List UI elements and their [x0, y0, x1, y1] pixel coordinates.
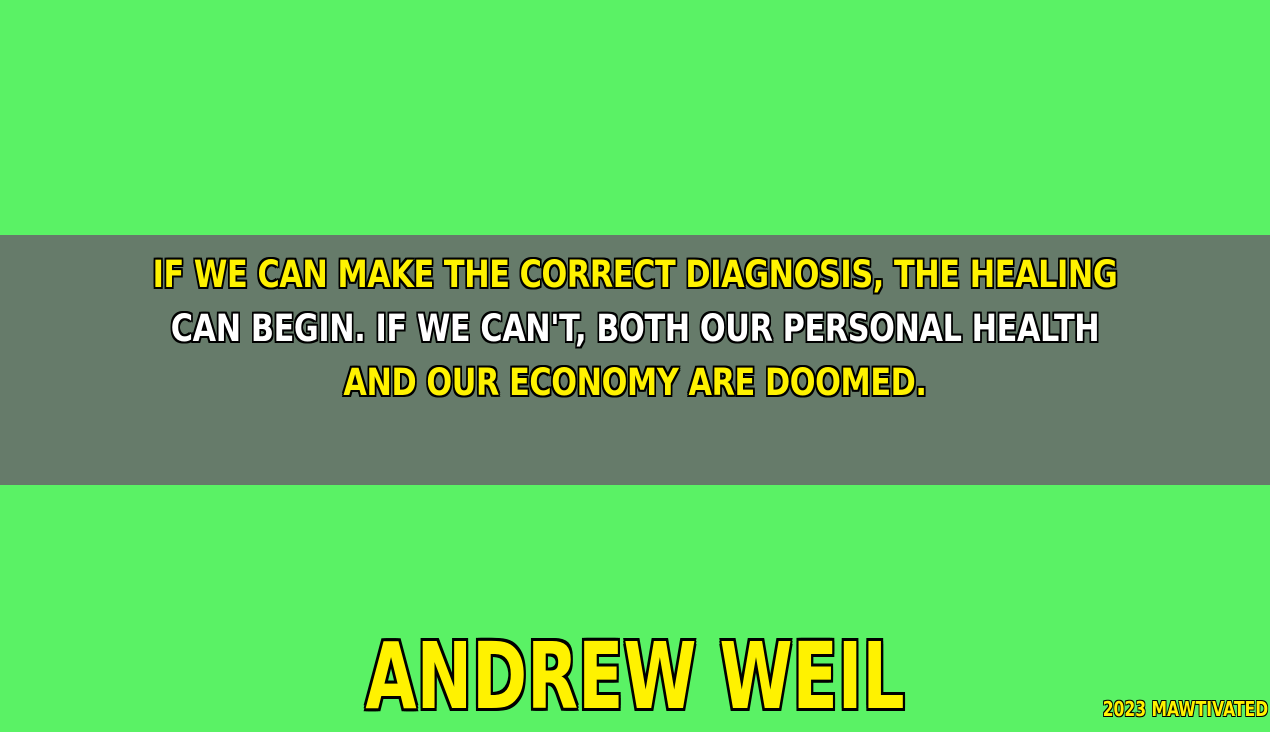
quote-line-3: AND OUR ECONOMY ARE DOOMED. [343, 361, 927, 404]
author-name: ANDREW WEIL [365, 623, 905, 730]
quote-text: IF WE CAN MAKE THE CORRECT DIAGNOSIS, TH… [114, 248, 1155, 410]
quote-line-1: IF WE CAN MAKE THE CORRECT DIAGNOSIS, TH… [152, 253, 1118, 296]
quote-line-2: CAN BEGIN. IF WE CAN'T, BOTH OUR PERSONA… [170, 307, 1100, 350]
credit-watermark: 2023 MAWTIVATED [1102, 697, 1268, 721]
